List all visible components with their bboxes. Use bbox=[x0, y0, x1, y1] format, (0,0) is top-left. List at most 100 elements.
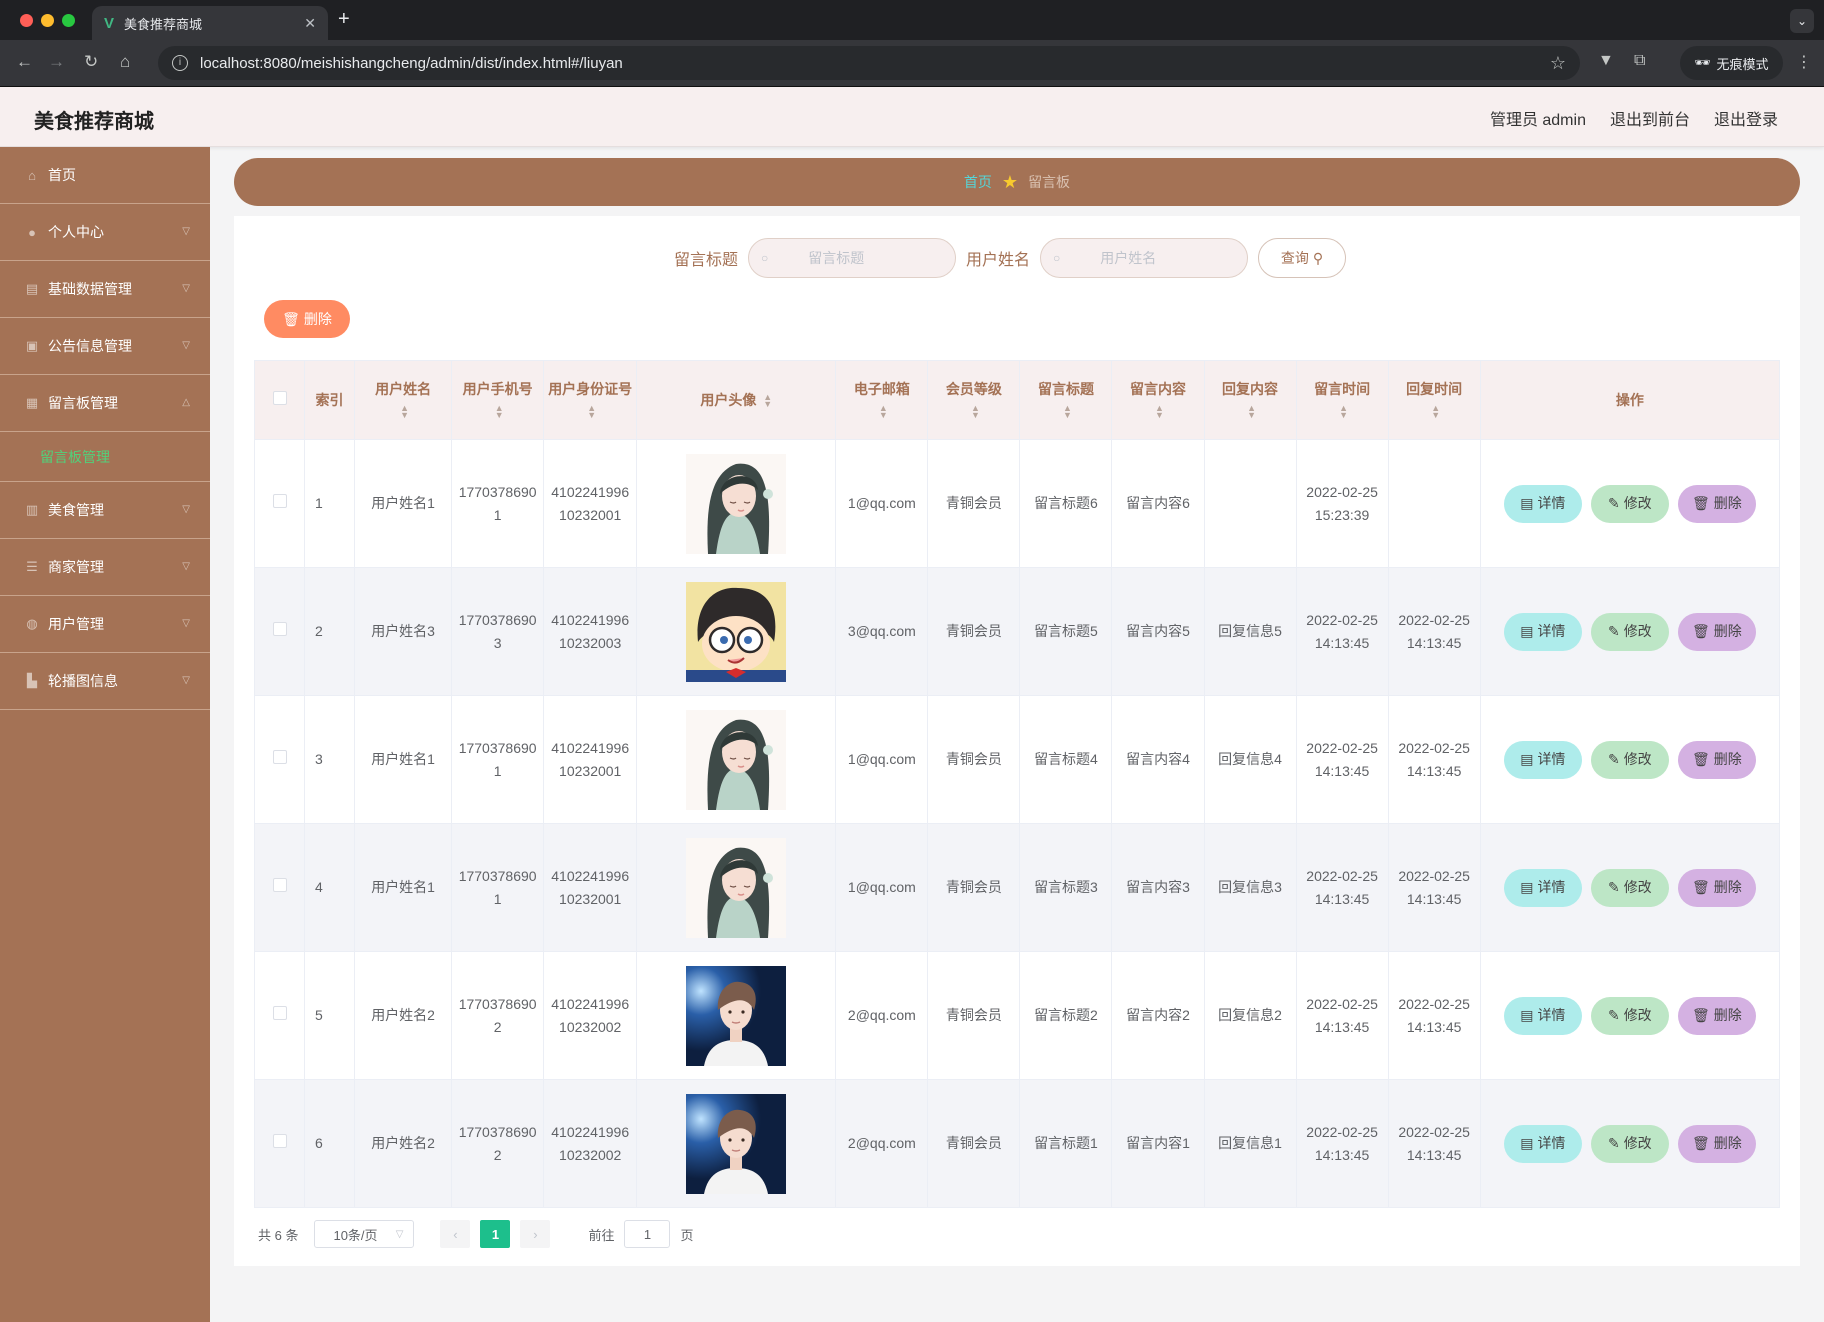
detail-button[interactable]: ▤ 详情 bbox=[1503, 484, 1582, 523]
row-select-cell[interactable] bbox=[253, 823, 306, 952]
logout-link[interactable]: 退出登录 bbox=[1714, 106, 1778, 130]
url-field[interactable]: i localhost:8080/meishishangcheng/admin/… bbox=[158, 46, 1580, 80]
edit-button[interactable]: ✎ 修改 bbox=[1590, 484, 1669, 523]
table-row[interactable]: 2 用户姓名3 17703786903 410224199610232003 3@qq.… bbox=[253, 567, 1781, 696]
column-header-sortable[interactable]: 用户手机号 ▲ ▼ bbox=[451, 360, 545, 440]
forward-icon[interactable]: → bbox=[48, 52, 65, 72]
row-select-cell[interactable] bbox=[253, 439, 306, 568]
minimize-window-button[interactable] bbox=[41, 14, 54, 27]
sort-icon[interactable]: ▲ ▼ bbox=[400, 404, 409, 420]
row-checkbox[interactable] bbox=[272, 1006, 287, 1020]
home-icon[interactable]: ⌂ bbox=[120, 52, 130, 72]
column-header-sortable[interactable]: 留言内容 ▲ ▼ bbox=[1111, 360, 1205, 440]
column-header-sortable[interactable]: 回复时间 ▲ ▼ bbox=[1387, 360, 1481, 440]
row-select-cell[interactable] bbox=[253, 567, 306, 696]
page-number-current[interactable]: 1 bbox=[480, 1220, 511, 1248]
column-header-sortable[interactable]: 用户姓名 ▲ ▼ bbox=[354, 360, 453, 440]
close-tab-icon[interactable]: ✕ bbox=[304, 15, 316, 32]
column-header-sortable[interactable]: 电子邮箱 ▲ ▼ bbox=[835, 360, 929, 440]
prev-page-button[interactable]: ‹ bbox=[440, 1220, 471, 1248]
sidebar-subitem-messages[interactable]: 留言板管理 bbox=[0, 432, 210, 482]
sort-icon[interactable]: ▲ ▼ bbox=[763, 393, 772, 409]
row-select-cell[interactable] bbox=[253, 1079, 306, 1208]
sort-icon[interactable]: ▲ ▼ bbox=[1339, 404, 1348, 420]
close-window-button[interactable] bbox=[20, 14, 33, 27]
sidebar-item-merchants[interactable]: ☰ 商家管理 ▽ bbox=[0, 539, 210, 596]
edit-button[interactable]: ✎ 修改 bbox=[1590, 740, 1669, 779]
back-icon[interactable]: ← bbox=[16, 52, 33, 72]
sort-icon[interactable]: ▲ ▼ bbox=[1155, 404, 1164, 420]
detail-button[interactable]: ▤ 详情 bbox=[1503, 740, 1582, 779]
next-page-button[interactable]: › bbox=[520, 1220, 551, 1248]
table-row[interactable]: 5 用户姓名2 17703786902 410224199610232002 2@qq.… bbox=[253, 951, 1781, 1080]
sort-icon[interactable]: ▲ ▼ bbox=[587, 404, 596, 420]
sidebar-item-carousel[interactable]: ▙ 轮播图信息 ▽ bbox=[0, 653, 210, 710]
page-size-select[interactable]: 10条/页 ▽ bbox=[314, 1220, 415, 1248]
new-tab-icon[interactable]: + bbox=[338, 8, 350, 31]
edit-button[interactable]: ✎ 修改 bbox=[1590, 612, 1669, 651]
vue-devtools-icon[interactable]: ▼ bbox=[1598, 52, 1614, 70]
delete-row-button[interactable]: 🗑 删除 bbox=[1677, 996, 1756, 1035]
sort-icon[interactable]: ▲ ▼ bbox=[1063, 404, 1072, 420]
sidebar-item-base-data[interactable]: ▤ 基础数据管理 ▽ bbox=[0, 261, 210, 318]
sort-icon[interactable]: ▲ ▼ bbox=[495, 404, 504, 420]
column-header-sortable[interactable]: 留言时间 ▲ ▼ bbox=[1295, 360, 1389, 440]
title-search-input[interactable]: ○ 留言标题 bbox=[748, 238, 957, 278]
row-checkbox[interactable] bbox=[272, 1134, 287, 1148]
row-select-cell[interactable] bbox=[253, 695, 306, 824]
row-checkbox[interactable] bbox=[272, 494, 287, 508]
goto-page-input[interactable]: 1 bbox=[624, 1220, 671, 1248]
batch-delete-button[interactable]: 🗑 删除 bbox=[264, 300, 350, 338]
detail-button[interactable]: ▤ 详情 bbox=[1503, 996, 1582, 1035]
delete-row-button[interactable]: 🗑 删除 bbox=[1677, 868, 1756, 907]
row-checkbox[interactable] bbox=[272, 878, 287, 892]
sidebar-item-messages[interactable]: ▦ 留言板管理 △ bbox=[0, 375, 210, 432]
select-all-checkbox[interactable] bbox=[272, 391, 287, 405]
tab-search-icon[interactable]: ⌄ bbox=[1790, 9, 1814, 33]
sort-icon[interactable]: ▲ ▼ bbox=[971, 404, 980, 420]
table-row[interactable]: 3 用户姓名1 17703786901 410224199610232001 1@qq.… bbox=[253, 695, 1781, 824]
delete-row-button[interactable]: 🗑 删除 bbox=[1677, 612, 1756, 651]
column-header-sortable[interactable]: 用户头像 ▲ ▼ bbox=[636, 360, 837, 440]
detail-button[interactable]: ▤ 详情 bbox=[1503, 612, 1582, 651]
detail-button[interactable]: ▤ 详情 bbox=[1503, 868, 1582, 907]
column-header-sortable[interactable]: 会员等级 ▲ ▼ bbox=[927, 360, 1021, 440]
sidebar-item-notice[interactable]: ▣ 公告信息管理 ▽ bbox=[0, 318, 210, 375]
detail-button[interactable]: ▤ 详情 bbox=[1503, 1124, 1582, 1163]
delete-row-button[interactable]: 🗑 删除 bbox=[1677, 740, 1756, 779]
column-header-sortable[interactable]: 用户身份证号 ▲ ▼ bbox=[543, 360, 638, 440]
name-search-input[interactable]: ○ 用户姓名 bbox=[1040, 238, 1249, 278]
table-row[interactable]: 6 用户姓名2 17703786902 410224199610232002 2@qq.… bbox=[253, 1079, 1781, 1208]
query-button[interactable]: 查询 ⚲ bbox=[1258, 238, 1347, 278]
delete-row-button[interactable]: 🗑 删除 bbox=[1677, 1124, 1756, 1163]
sidebar-item-food[interactable]: ▥ 美食管理 ▽ bbox=[0, 482, 210, 539]
sort-icon[interactable]: ▲ ▼ bbox=[1247, 404, 1256, 420]
sort-icon[interactable]: ▲ ▼ bbox=[879, 404, 888, 420]
sort-icon[interactable]: ▲ ▼ bbox=[1431, 404, 1440, 420]
column-header-sortable[interactable]: 留言标题 ▲ ▼ bbox=[1019, 360, 1113, 440]
column-header-sortable[interactable]: 回复内容 ▲ ▼ bbox=[1203, 360, 1297, 440]
extensions-icon[interactable]: ⧉ bbox=[1634, 52, 1645, 70]
reload-icon[interactable]: ↻ bbox=[84, 52, 98, 72]
row-checkbox[interactable] bbox=[272, 750, 287, 764]
select-all-cell[interactable] bbox=[253, 360, 306, 440]
incognito-badge[interactable]: 🕶 无痕模式 bbox=[1680, 46, 1783, 80]
browser-menu-icon[interactable]: ⋮ bbox=[1796, 52, 1812, 72]
delete-row-button[interactable]: 🗑 删除 bbox=[1677, 484, 1756, 523]
sidebar-item-users[interactable]: ◍ 用户管理 ▽ bbox=[0, 596, 210, 653]
sidebar-item-profile[interactable]: ● 个人中心 ▽ bbox=[0, 204, 210, 261]
row-checkbox[interactable] bbox=[272, 622, 287, 636]
breadcrumb-home-link[interactable]: 首页 bbox=[964, 172, 992, 192]
bookmark-star-icon[interactable]: ☆ bbox=[1550, 53, 1566, 74]
exit-to-front-link[interactable]: 退出到前台 bbox=[1610, 106, 1690, 130]
row-select-cell[interactable] bbox=[253, 951, 306, 1080]
maximize-window-button[interactable] bbox=[62, 14, 75, 27]
edit-button[interactable]: ✎ 修改 bbox=[1590, 996, 1669, 1035]
edit-button[interactable]: ✎ 修改 bbox=[1590, 1124, 1669, 1163]
site-info-icon[interactable]: i bbox=[172, 55, 188, 71]
window-controls[interactable] bbox=[20, 14, 75, 27]
sidebar-item-home[interactable]: ⌂ 首页 bbox=[0, 147, 210, 204]
table-row[interactable]: 1 用户姓名1 17703786901 410224199610232001 1@qq.… bbox=[253, 439, 1781, 568]
edit-button[interactable]: ✎ 修改 bbox=[1590, 868, 1669, 907]
browser-tab[interactable]: V 美食推荐商城 ✕ bbox=[92, 6, 328, 40]
